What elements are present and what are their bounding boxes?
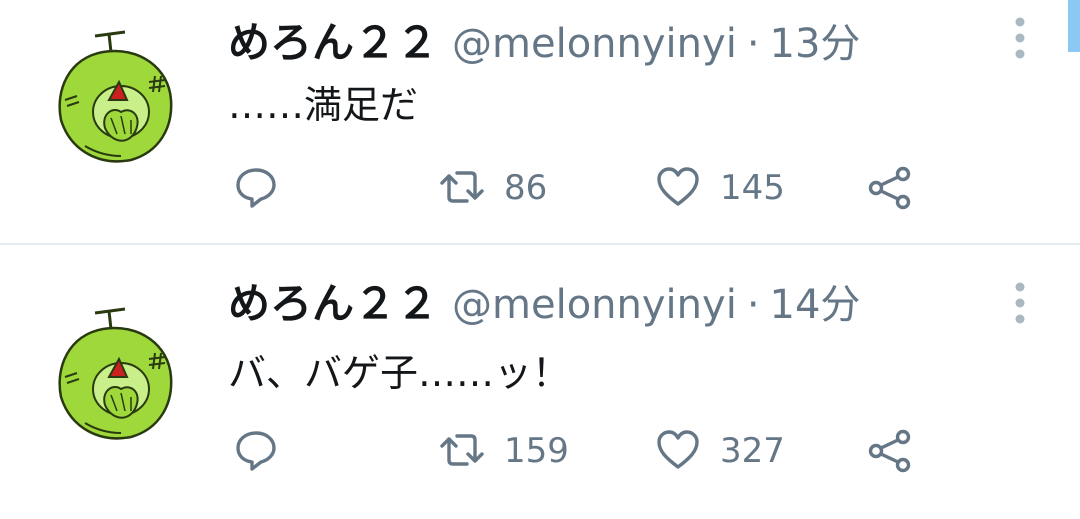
retweet-icon <box>440 171 484 203</box>
more-vertical-icon[interactable] <box>1008 281 1032 325</box>
timestamp[interactable]: 13分 <box>770 21 861 67</box>
user-handle[interactable]: @melonnyinyi <box>452 282 737 328</box>
like-button[interactable]: 145 <box>656 158 785 218</box>
like-count: 145 <box>720 168 785 208</box>
avatar[interactable] <box>51 30 184 163</box>
avatar[interactable] <box>51 307 184 440</box>
retweet-icon <box>440 434 484 466</box>
separator: · <box>746 21 760 67</box>
share-icon <box>868 166 911 210</box>
share-icon <box>868 429 911 473</box>
tweet[interactable]: めろん２２ @melonnyinyi · 13分 ……満足だ 86 145 <box>0 0 1080 245</box>
retweet-button[interactable]: 86 <box>440 158 547 218</box>
reply-button[interactable] <box>234 158 278 218</box>
display-name[interactable]: めろん２２ <box>228 279 438 328</box>
like-count: 327 <box>720 431 785 471</box>
heart-icon <box>657 430 699 469</box>
tweet[interactable]: めろん２２ @melonnyinyi · 14分 バ、バゲ子……ッ！ 159 327 <box>0 247 1080 492</box>
retweet-button[interactable]: 159 <box>440 421 569 481</box>
reply-button[interactable] <box>234 421 278 481</box>
display-name[interactable]: めろん２２ <box>228 18 438 67</box>
tweet-header: めろん２２ @melonnyinyi · 14分 <box>228 282 861 328</box>
like-button[interactable]: 327 <box>656 421 785 481</box>
timestamp[interactable]: 14分 <box>770 282 861 328</box>
action-bar: 159 327 <box>228 421 988 481</box>
separator: · <box>746 282 760 328</box>
more-vertical-icon[interactable] <box>1008 16 1032 60</box>
user-handle[interactable]: @melonnyinyi <box>452 21 737 67</box>
heart-icon <box>657 167 699 206</box>
share-button[interactable] <box>868 158 912 218</box>
reply-icon <box>236 431 276 471</box>
reply-icon <box>236 168 276 208</box>
retweet-count: 86 <box>504 168 548 208</box>
retweet-count: 159 <box>504 431 569 471</box>
tweet-text: バ、バゲ子……ッ！ <box>228 351 571 395</box>
action-bar: 86 145 <box>228 158 988 218</box>
tweet-header: めろん２２ @melonnyinyi · 13分 <box>228 21 861 67</box>
tweet-text: ……満足だ <box>228 83 419 127</box>
share-button[interactable] <box>868 421 912 481</box>
